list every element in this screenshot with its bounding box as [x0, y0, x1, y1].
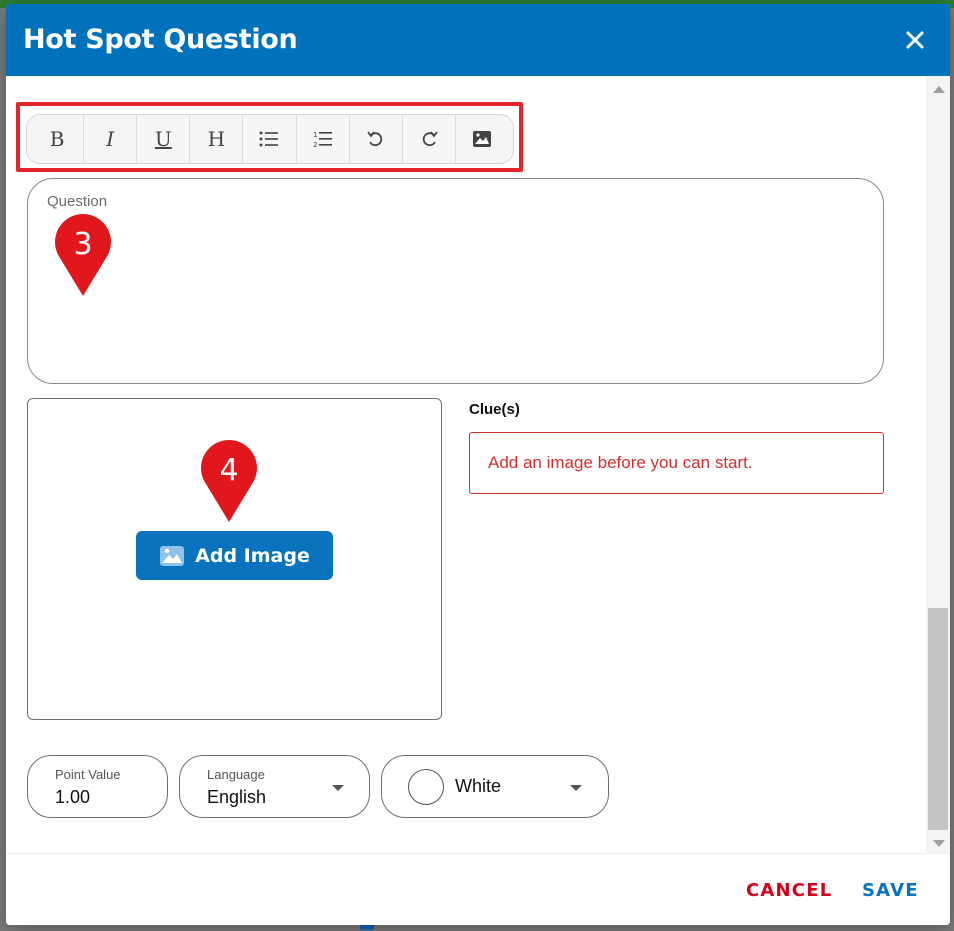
clues-message-box: Add an image before you can start.	[469, 432, 884, 494]
heading-icon: H	[207, 127, 226, 151]
step-marker-number: 4	[219, 453, 239, 488]
image-icon	[473, 131, 492, 147]
clues-label: Clue(s)	[469, 401, 520, 418]
undo-icon	[366, 131, 382, 147]
add-image-button[interactable]: Add Image	[136, 531, 333, 580]
dialog-footer: CANCEL SAVE	[6, 853, 950, 925]
cancel-button[interactable]: CANCEL	[746, 880, 832, 901]
image-icon	[160, 545, 185, 566]
step-marker-number: 3	[73, 227, 93, 262]
chevron-down-icon	[332, 785, 344, 791]
language-value: English	[207, 787, 267, 807]
underline-button[interactable]: U	[137, 115, 191, 163]
redo-button[interactable]	[403, 115, 456, 163]
add-image-label: Add Image	[195, 544, 310, 567]
insert-image-button[interactable]	[456, 115, 509, 163]
point-value-label: Point Value	[55, 767, 121, 782]
language-select[interactable]: Language English	[179, 755, 370, 818]
point-value-field[interactable]: Point Value 1.00	[27, 755, 168, 818]
question-label: Question	[47, 193, 108, 210]
color-swatch	[408, 769, 444, 805]
heading-button[interactable]: H	[190, 115, 244, 163]
color-select[interactable]: White	[381, 755, 609, 818]
hot-spot-question-dialog: Hot Spot Question B I U H 1 2 Question 3…	[6, 4, 950, 925]
clues-message: Add an image before you can start.	[488, 453, 753, 472]
bullet-list-icon	[259, 131, 279, 147]
numbered-list-icon: 1 2	[313, 131, 332, 148]
dialog-header: Hot Spot Question	[6, 4, 950, 76]
italic-button[interactable]: I	[84, 115, 138, 163]
question-input[interactable]: Question	[27, 178, 884, 384]
chevron-down-icon	[570, 785, 582, 791]
scroll-up-arrow-icon[interactable]	[933, 86, 945, 93]
scrollbar-thumb[interactable]	[928, 608, 948, 830]
bold-button[interactable]: B	[31, 115, 85, 163]
rich-text-toolbar: B I U H 1 2	[26, 114, 514, 164]
bullet-list-button[interactable]	[243, 115, 297, 163]
color-value: White	[455, 776, 502, 796]
point-value-value: 1.00	[55, 787, 91, 807]
svg-text:2: 2	[313, 141, 317, 148]
language-label: Language	[207, 767, 265, 782]
bold-icon: B	[49, 127, 65, 151]
dialog-title: Hot Spot Question	[23, 24, 298, 55]
numbered-list-button[interactable]: 1 2	[297, 115, 350, 163]
close-button[interactable]	[902, 27, 928, 53]
svg-text:1: 1	[313, 131, 317, 139]
undo-button[interactable]	[350, 115, 403, 163]
scroll-down-arrow-icon[interactable]	[933, 840, 945, 847]
step-marker-3: 3	[52, 212, 114, 298]
italic-icon: I	[106, 127, 115, 151]
save-button[interactable]: SAVE	[862, 880, 919, 901]
step-marker-4: 4	[198, 438, 260, 524]
vertical-scrollbar[interactable]	[926, 76, 950, 853]
redo-icon	[422, 131, 438, 147]
underline-icon: U	[154, 127, 172, 151]
close-icon	[906, 31, 924, 49]
